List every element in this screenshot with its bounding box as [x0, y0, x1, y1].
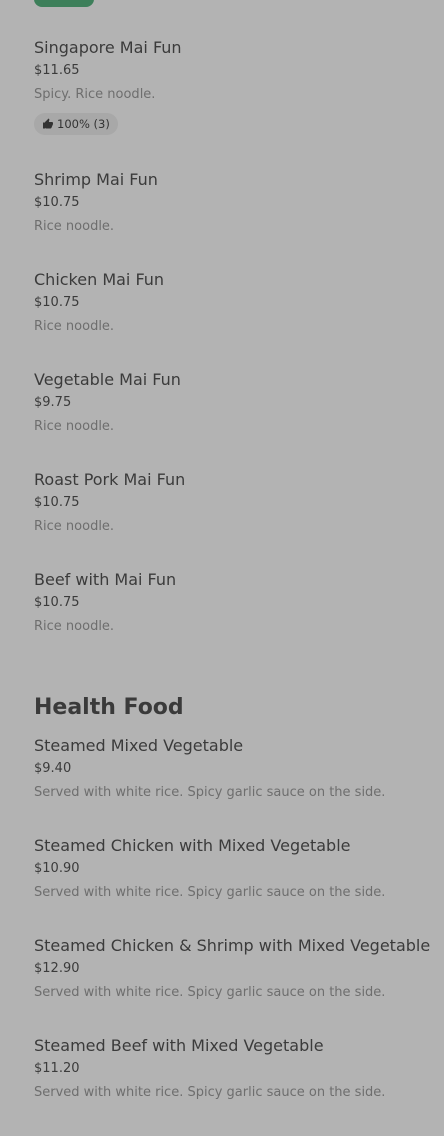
- rating-text: 100% (3): [57, 117, 110, 131]
- section-health-food: Health Food Steamed Mixed Vegetable $9.4…: [34, 694, 444, 1136]
- item-price: $11.65: [34, 63, 80, 78]
- item-name: Beef with Mai Fun: [34, 570, 177, 589]
- menu-item-beef-mai-fun[interactable]: Beef with Mai Fun $10.75 Rice noodle.: [34, 570, 444, 694]
- popular-badge: [34, 0, 94, 7]
- item-price: $10.75: [34, 195, 80, 210]
- menu-item-steamed-mixed-vegetable[interactable]: Steamed Mixed Vegetable $9.40 Served wit…: [34, 736, 444, 836]
- item-description: Spicy. Rice noodle.: [34, 87, 156, 102]
- item-name: Steamed Chicken & Shrimp with Mixed Vege…: [34, 936, 431, 955]
- item-name: Steamed Mixed Vegetable: [34, 736, 244, 755]
- thumbs-up-icon: [43, 118, 53, 129]
- menu-item-vegetable-mai-fun[interactable]: Vegetable Mai Fun $9.75 Rice noodle.: [34, 370, 444, 470]
- item-price: $10.75: [34, 595, 80, 610]
- item-name: Roast Pork Mai Fun: [34, 470, 186, 489]
- item-description: Served with white rice. Spicy garlic sau…: [34, 785, 386, 800]
- item-price: $9.40: [34, 761, 72, 776]
- menu-item-chicken-mai-fun[interactable]: Chicken Mai Fun $10.75 Rice noodle.: [34, 270, 444, 370]
- rating-badge: 100% (3): [34, 113, 118, 135]
- item-price: $10.75: [34, 495, 80, 510]
- item-price: $12.90: [34, 961, 80, 976]
- item-description: Rice noodle.: [34, 519, 115, 534]
- menu-item-roast-pork-mai-fun[interactable]: Roast Pork Mai Fun $10.75 Rice noodle.: [34, 470, 444, 570]
- item-name: Vegetable Mai Fun: [34, 370, 181, 389]
- item-description: Rice noodle.: [34, 419, 115, 434]
- item-name: Shrimp Mai Fun: [34, 170, 158, 189]
- item-name: Chicken Mai Fun: [34, 270, 165, 289]
- item-description: Rice noodle.: [34, 319, 115, 334]
- item-price: $11.20: [34, 1061, 80, 1076]
- item-price: $9.75: [34, 395, 72, 410]
- menu-item-steamed-chicken-shrimp-mixed-vegetable[interactable]: Steamed Chicken & Shrimp with Mixed Vege…: [34, 936, 444, 1036]
- section-title: Health Food: [34, 695, 184, 720]
- item-name: Singapore Mai Fun: [34, 38, 182, 57]
- menu-item-steamed-beef-mixed-vegetable[interactable]: Steamed Beef with Mixed Vegetable $11.20…: [34, 1036, 444, 1136]
- item-price: $10.75: [34, 295, 80, 310]
- item-name: Steamed Chicken with Mixed Vegetable: [34, 836, 351, 855]
- item-description: Rice noodle.: [34, 219, 115, 234]
- item-price: $10.90: [34, 861, 80, 876]
- menu-content: Singapore Mai Fun $11.65 Spicy. Rice noo…: [34, 38, 444, 1136]
- item-description: Served with white rice. Spicy garlic sau…: [34, 1085, 386, 1100]
- item-description: Served with white rice. Spicy garlic sau…: [34, 985, 386, 1000]
- menu-item-shrimp-mai-fun[interactable]: Shrimp Mai Fun $10.75 Rice noodle.: [34, 170, 444, 270]
- item-description: Rice noodle.: [34, 619, 115, 634]
- item-description: Served with white rice. Spicy garlic sau…: [34, 885, 386, 900]
- menu-item-singapore-mai-fun[interactable]: Singapore Mai Fun $11.65 Spicy. Rice noo…: [34, 38, 444, 170]
- item-name: Steamed Beef with Mixed Vegetable: [34, 1036, 324, 1055]
- menu-item-steamed-chicken-mixed-vegetable[interactable]: Steamed Chicken with Mixed Vegetable $10…: [34, 836, 444, 936]
